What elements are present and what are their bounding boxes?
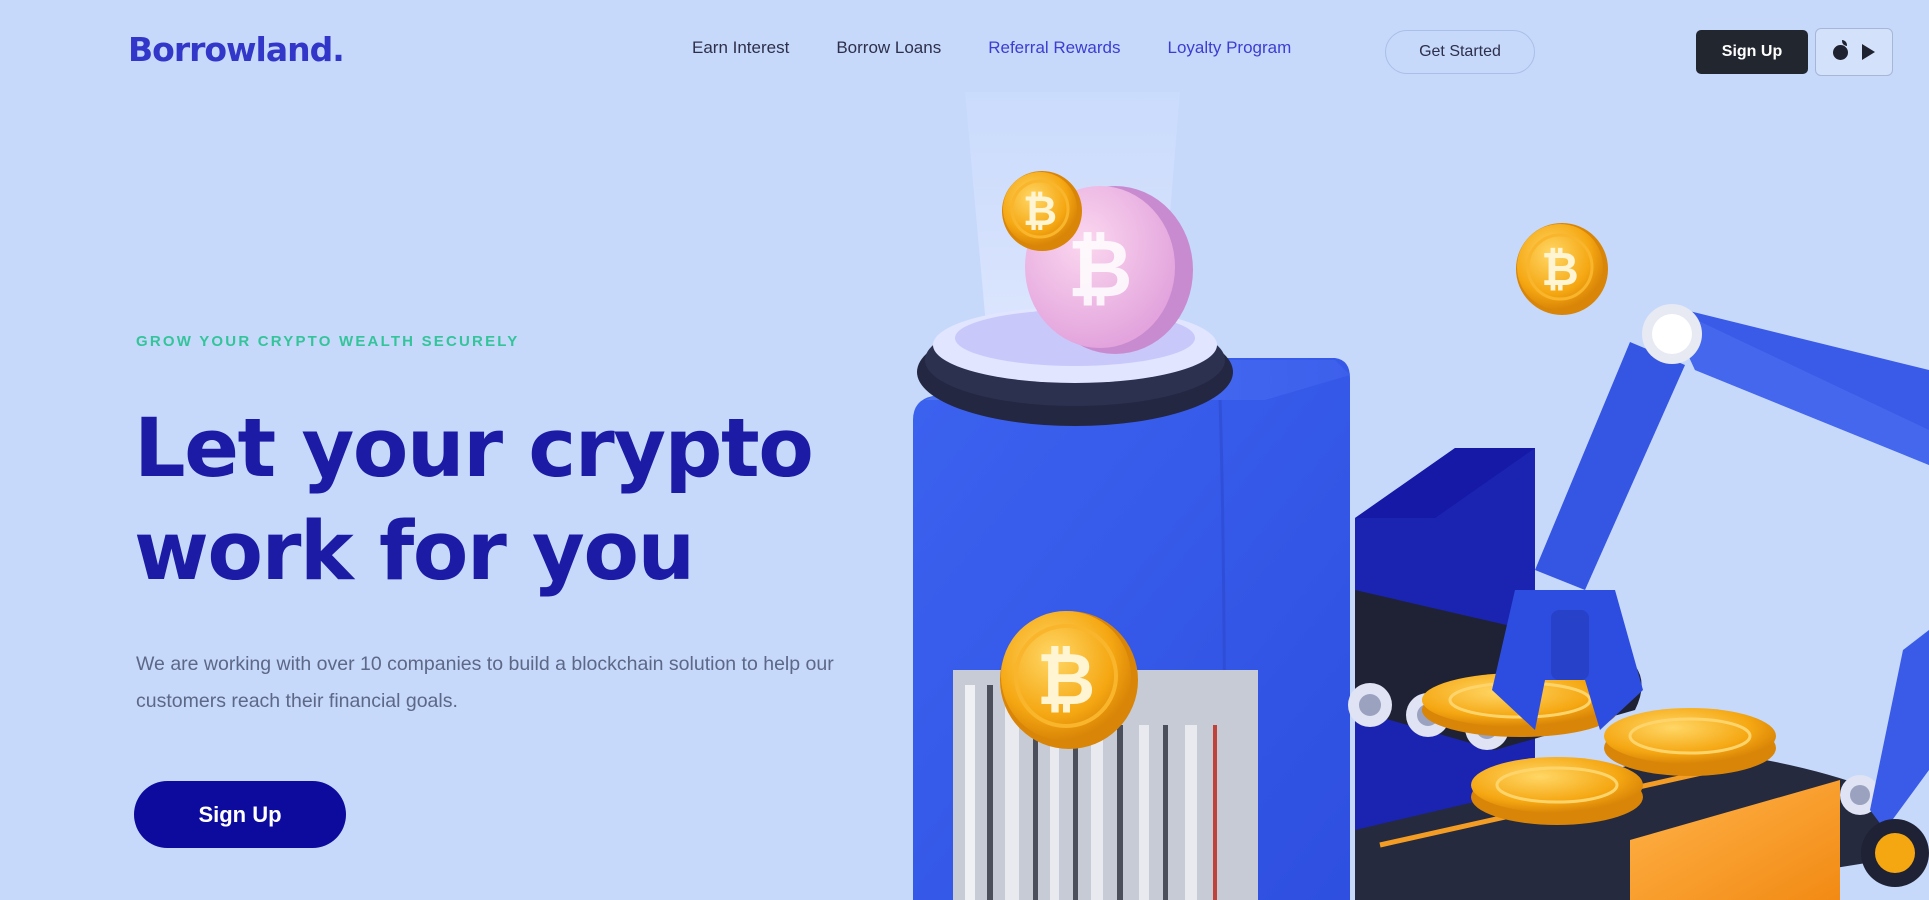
hero-tagline: GROW YOUR CRYPTO WEALTH SECURELY [136,333,520,350]
svg-text:₿: ₿ [1037,637,1096,721]
google-play-icon[interactable] [1862,44,1875,60]
nav-links: Earn Interest Borrow Loans Referral Rewa… [692,38,1291,58]
nav-link-borrow-loans[interactable]: Borrow Loans [836,38,941,58]
nav-link-loyalty-program[interactable]: Loyalty Program [1167,38,1291,58]
bitcoin-coin-icon: ₿ [1002,171,1082,251]
brand-logo[interactable]: Borrowland. [128,30,345,69]
app-store-links [1815,28,1893,76]
header-signup-button[interactable]: Sign Up [1696,30,1808,74]
hero-headline-line-1: Let your crypto [134,402,814,496]
apple-icon[interactable] [1833,39,1848,60]
svg-text:₿: ₿ [1541,242,1579,296]
hero-description: We are working with over 10 companies to… [136,653,834,712]
bitcoin-coin-icon: ₿ [1516,223,1608,315]
hero-headline-line-2: work for you [134,505,695,599]
hero-headline: Let your crypto work for you [134,398,814,604]
svg-text:₿: ₿ [1067,222,1132,315]
svg-text:₿: ₿ [1023,186,1057,235]
hero-signup-button[interactable]: Sign Up [134,781,346,848]
crypto-machine-illustration: ₿ ₿ ₿ ₿ [895,70,1929,900]
get-started-button[interactable]: Get Started [1385,30,1535,74]
bitcoin-coin-icon: ₿ [1000,611,1138,749]
nav-link-referral-rewards[interactable]: Referral Rewards [988,38,1120,58]
nav-link-earn-interest[interactable]: Earn Interest [692,38,789,58]
